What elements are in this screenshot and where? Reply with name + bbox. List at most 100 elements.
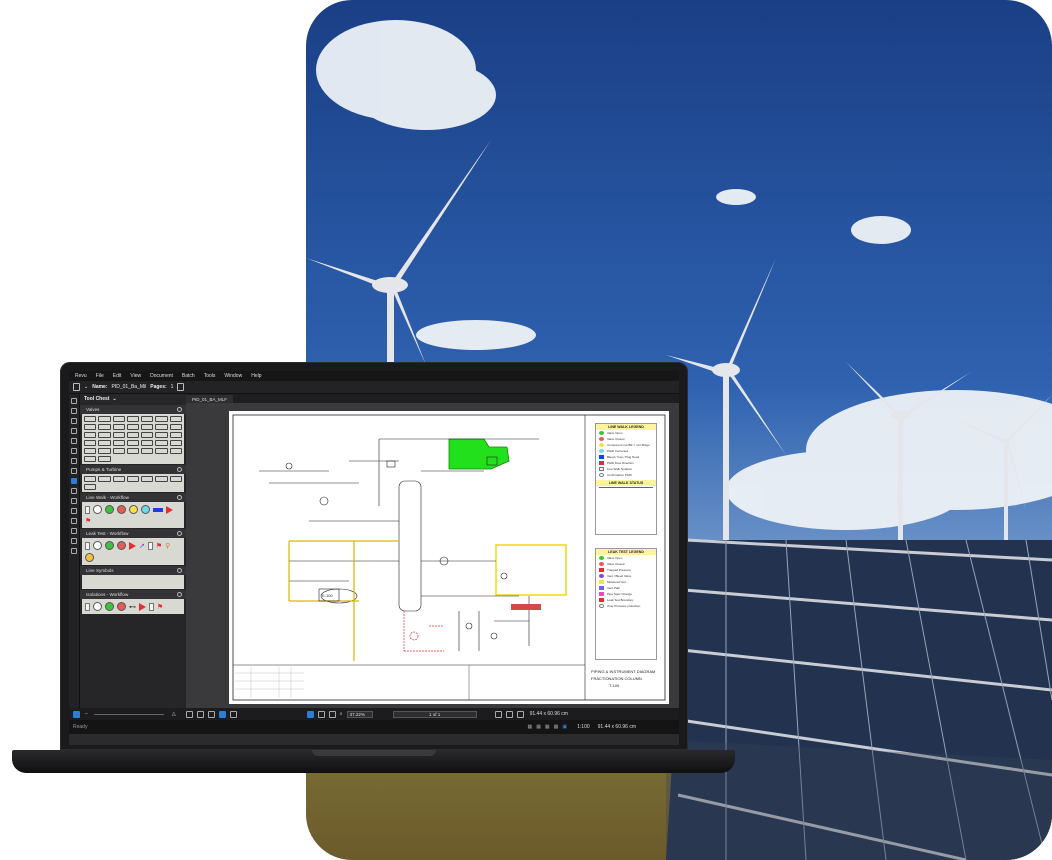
valve-closed-symbol[interactable]	[117, 541, 126, 550]
leak-test-boundary-box[interactable]	[495, 544, 567, 596]
valve-symbol[interactable]	[169, 416, 182, 422]
valve-symbol[interactable]	[126, 416, 140, 422]
chevron-down-icon[interactable]: ⌄	[84, 384, 88, 390]
document-canvas[interactable]: E-100 PIPING & INSTRUMENT DIAGRAM FRACTI…	[186, 403, 679, 708]
gear-icon[interactable]	[177, 467, 182, 472]
select-mode-icon[interactable]	[218, 710, 226, 718]
pump-symbol[interactable]	[84, 484, 97, 490]
fit-page-icon[interactable]	[516, 710, 524, 718]
menu-item-tools[interactable]: Tools	[204, 373, 216, 379]
section-header-line-symbols[interactable]: Line Symbols	[80, 566, 186, 575]
snap-icon[interactable]	[229, 710, 237, 718]
valve-symbol[interactable]	[141, 416, 154, 422]
pump-symbol[interactable]	[112, 476, 125, 482]
flag-icon[interactable]: ⚑	[156, 542, 162, 550]
note-symbol[interactable]	[85, 602, 90, 611]
gear-icon[interactable]	[177, 495, 182, 500]
pump-symbol[interactable]	[126, 476, 140, 482]
properties-icon[interactable]	[71, 458, 77, 464]
spaces-icon[interactable]	[71, 518, 77, 524]
search-icon[interactable]	[71, 468, 77, 474]
valve-symbol[interactable]	[98, 448, 111, 454]
menu-item-file[interactable]: File	[96, 373, 104, 379]
menu-item-help[interactable]: Help	[251, 373, 261, 379]
zoom-out-icon[interactable]: −	[85, 711, 88, 717]
page-icon[interactable]	[177, 383, 185, 391]
circle-white-symbol[interactable]	[93, 505, 102, 514]
page-navigator[interactable]: 1 of 1	[392, 710, 477, 718]
valve-symbol[interactable]	[169, 448, 182, 454]
valve-symbol[interactable]	[112, 440, 125, 446]
pan-icon[interactable]	[306, 710, 314, 718]
triangle-icon[interactable]: △	[172, 711, 176, 717]
section-header-pumps[interactable]: Pumps & Turbine	[80, 465, 186, 474]
sets-icon[interactable]	[71, 538, 77, 544]
snapshot-icon[interactable]	[328, 710, 336, 718]
valve-symbol[interactable]	[126, 448, 140, 454]
pump-symbol[interactable]	[155, 476, 168, 482]
valve-symbol[interactable]	[126, 440, 140, 446]
highlighted-vessel-area[interactable]	[448, 438, 510, 470]
valve-symbol[interactable]	[84, 416, 97, 422]
tool-chest-title[interactable]: Tool Chest ⌄	[80, 394, 186, 404]
circle-orange-symbol[interactable]	[85, 553, 94, 562]
note-symbol[interactable]	[149, 602, 154, 611]
section-header-valves[interactable]: Valves	[80, 405, 186, 414]
valve-symbol[interactable]	[98, 416, 111, 422]
continuous-icon[interactable]	[207, 710, 215, 718]
sync-icon[interactable]: ▣	[562, 724, 567, 730]
vent-icon[interactable]: ↗	[139, 542, 145, 550]
valve-symbol[interactable]	[84, 448, 97, 454]
valve-closed-symbol[interactable]	[117, 505, 126, 514]
valve-symbol[interactable]	[155, 440, 168, 446]
blue-line-symbol[interactable]	[153, 507, 163, 512]
circle-cyan-symbol[interactable]	[141, 505, 150, 514]
valve-symbol[interactable]	[169, 424, 182, 430]
zoom-slider[interactable]	[93, 713, 164, 715]
valve-symbol[interactable]	[98, 432, 111, 438]
pump-symbol[interactable]	[84, 476, 97, 482]
document-icon[interactable]	[73, 383, 80, 391]
valve-closed-symbol[interactable]	[117, 602, 126, 611]
menu-item-edit[interactable]: Edit	[113, 373, 122, 379]
forms-icon[interactable]	[71, 528, 77, 534]
document-tab[interactable]: PID_01_BA_MLF	[186, 395, 234, 403]
rotate-icon[interactable]	[505, 710, 513, 718]
valve-symbol[interactable]	[98, 424, 111, 430]
highlighted-red-lines[interactable]	[403, 611, 444, 652]
snap-toggle-icon[interactable]: ▦	[536, 724, 541, 730]
valve-symbol[interactable]	[155, 448, 168, 454]
single-page-icon[interactable]	[185, 710, 193, 718]
valve-open-symbol[interactable]	[105, 541, 114, 550]
reuse-icon[interactable]: ▦	[554, 724, 559, 730]
note-symbol[interactable]	[85, 505, 90, 514]
valve-open-symbol[interactable]	[105, 505, 114, 514]
valve-symbol[interactable]	[126, 424, 140, 430]
menu-item-revu[interactable]: Revu	[75, 373, 87, 379]
highlighted-yellow-lines[interactable]	[288, 540, 399, 661]
valve-symbol[interactable]	[141, 424, 154, 430]
pin-icon[interactable]: ⚲	[165, 542, 170, 550]
valve-symbol[interactable]	[112, 432, 125, 438]
valve-open-symbol[interactable]	[105, 602, 114, 611]
bookmarks-icon[interactable]	[71, 408, 77, 414]
flag-icon[interactable]: ⚑	[85, 517, 91, 525]
content-icon[interactable]: ▦	[545, 724, 550, 730]
valve-symbol[interactable]	[84, 424, 97, 430]
layers-icon[interactable]	[71, 428, 77, 434]
valve-symbol[interactable]	[112, 416, 125, 422]
pump-symbol[interactable]	[169, 476, 182, 482]
name-value[interactable]: PID_01_Ba_Mil	[112, 384, 147, 390]
valve-symbol[interactable]	[84, 456, 97, 462]
valve-symbol[interactable]	[155, 424, 168, 430]
callout-red[interactable]	[511, 604, 541, 610]
panel-toggle-icon[interactable]	[73, 710, 80, 718]
zoom-icon[interactable]: ⌕	[340, 711, 343, 717]
menu-item-view[interactable]: View	[130, 373, 141, 379]
signatures-icon[interactable]	[71, 498, 77, 504]
circle-white-symbol[interactable]	[93, 541, 102, 550]
select-text-icon[interactable]	[317, 710, 325, 718]
valve-symbol[interactable]	[112, 448, 125, 454]
valve-symbol[interactable]	[84, 440, 97, 446]
split-view-icon[interactable]	[196, 710, 204, 718]
